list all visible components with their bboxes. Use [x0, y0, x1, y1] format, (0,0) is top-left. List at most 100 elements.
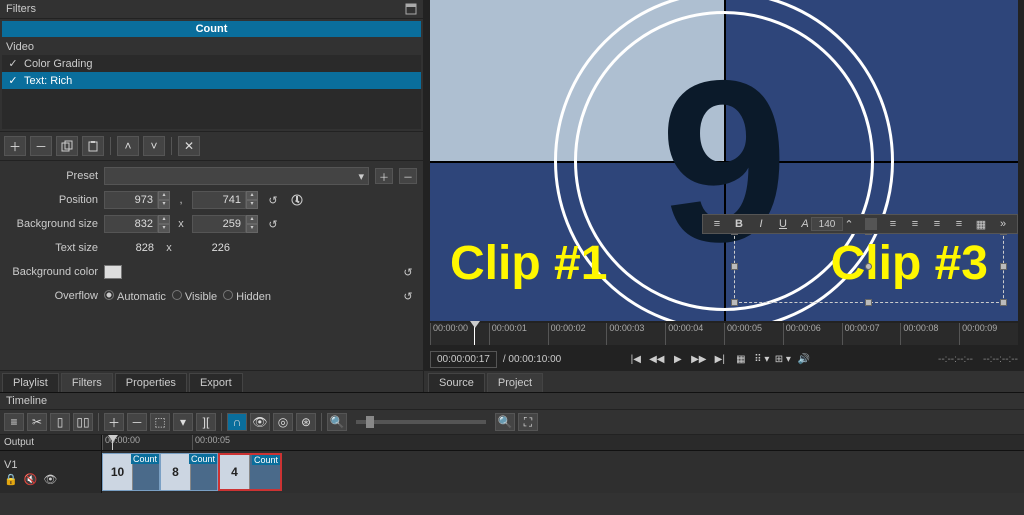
tab-export[interactable]: Export	[189, 373, 243, 392]
lock-icon[interactable]: 🔒	[4, 473, 18, 486]
handle-icon[interactable]	[1000, 299, 1007, 306]
spin-down-icon[interactable]: ▾	[158, 224, 170, 233]
tl-zoomfit-button[interactable]: ⛶	[518, 413, 538, 431]
move-up-button[interactable]: ˄	[117, 136, 139, 156]
playhead-icon[interactable]	[474, 323, 475, 345]
loop-button[interactable]: ▦	[732, 351, 750, 367]
tl-playhead-icon[interactable]	[112, 435, 113, 450]
bgsize-h-input[interactable]	[192, 215, 246, 233]
remove-filter-button[interactable]: －	[30, 136, 52, 156]
bgsize-w-input[interactable]	[104, 215, 158, 233]
overflow-radio-hidden[interactable]: Hidden	[223, 290, 271, 303]
tl-zoomout-button[interactable]: 🔍	[327, 413, 347, 431]
reset-overflow-icon[interactable]: ↺	[399, 287, 417, 305]
tl-rippleall-button[interactable]: ⊛	[296, 413, 316, 431]
spin-down-icon[interactable]: ▾	[158, 200, 170, 209]
handle-center-icon[interactable]	[865, 263, 872, 270]
forward-button[interactable]: ▶▶	[690, 351, 708, 367]
preset-add-button[interactable]: ＋	[375, 168, 393, 184]
spin-up-icon[interactable]: ▴	[158, 215, 170, 224]
spin-down-icon[interactable]: ▾	[246, 200, 258, 209]
filter-row[interactable]: ✓ Text: Rich	[2, 72, 421, 89]
align-right-button[interactable]: ≡	[927, 216, 947, 232]
filter-check-icon[interactable]: ✓	[8, 57, 18, 70]
current-timecode[interactable]: 00:00:00:17	[430, 351, 497, 368]
timeline-clip[interactable]: 8 Count	[160, 453, 218, 491]
spin-up-icon[interactable]: ▴	[158, 191, 170, 200]
tab-properties[interactable]: Properties	[115, 373, 187, 392]
font-size-input[interactable]	[817, 216, 837, 232]
handle-icon[interactable]	[731, 299, 738, 306]
filter-row[interactable]: ✓ Color Grading	[2, 55, 421, 72]
zoom-button[interactable]: ⠿ ▾	[753, 351, 771, 367]
paste-filter-button[interactable]	[82, 136, 104, 156]
zoom-slider[interactable]	[356, 420, 486, 424]
preview-ruler[interactable]: 00:00:00 00:00:01 00:00:02 00:00:03 00:0…	[430, 323, 1018, 345]
bgcolor-swatch[interactable]	[104, 265, 122, 279]
reset-bgsize-icon[interactable]: ↺	[264, 215, 282, 233]
panel-close-icon[interactable]	[405, 3, 417, 15]
align-justify-button[interactable]: ≡	[949, 216, 969, 232]
italic-button[interactable]: I	[751, 216, 771, 232]
position-x-input[interactable]	[104, 191, 158, 209]
filter-check-icon[interactable]: ✓	[8, 74, 18, 87]
zoom-knob[interactable]	[366, 416, 374, 428]
preset-dropdown[interactable]: ▾	[104, 167, 369, 185]
reset-position-icon[interactable]: ↺	[264, 191, 282, 209]
insert-button[interactable]: ▦	[971, 216, 991, 232]
tl-paste-button[interactable]: ▯▯	[73, 413, 93, 431]
textsize-w-input[interactable]	[104, 239, 158, 257]
preset-remove-button[interactable]: －	[399, 168, 417, 184]
tl-remove-button[interactable]: －	[127, 413, 147, 431]
keyframe-icon[interactable]	[288, 191, 306, 209]
skip-start-button[interactable]: |◀	[627, 351, 645, 367]
spin-up-icon[interactable]: ▴	[246, 191, 258, 200]
align-center-button[interactable]: ≡	[905, 216, 925, 232]
tab-source[interactable]: Source	[428, 373, 485, 392]
handle-icon[interactable]	[731, 263, 738, 270]
textsize-h-input[interactable]	[180, 239, 234, 257]
tl-overwrite-button[interactable]: ▾	[173, 413, 193, 431]
tl-ripple-button[interactable]: ◎	[273, 413, 293, 431]
reset-bgcolor-icon[interactable]: ↺	[399, 263, 417, 281]
tl-zoomin-button[interactable]: 🔍	[495, 413, 515, 431]
bold-button[interactable]: B	[729, 216, 749, 232]
mute-icon[interactable]: 🔇	[24, 473, 38, 486]
color-button[interactable]	[861, 216, 881, 232]
spin-down-icon[interactable]: ▾	[246, 224, 258, 233]
move-down-button[interactable]: ˅	[143, 136, 165, 156]
overflow-radio-visible[interactable]: Visible	[172, 290, 217, 303]
tl-split-button[interactable]: ][	[196, 413, 216, 431]
tl-scrub-button[interactable]: 👁	[250, 413, 270, 431]
font-size-spin[interactable]: ⌃	[839, 216, 859, 232]
handle-icon[interactable]	[1000, 263, 1007, 270]
menu-icon[interactable]: ≡	[707, 216, 727, 232]
align-left-button[interactable]: ≡	[883, 216, 903, 232]
grid-button[interactable]: ⊞ ▾	[774, 351, 792, 367]
timeline-clip[interactable]: 4 Count	[218, 453, 282, 491]
timeline-ruler[interactable]: 00:00:00 00:00:05	[102, 435, 1024, 451]
preview-viewport[interactable]: 9 Clip #1 Clip #3	[430, 0, 1018, 321]
tl-snap-button[interactable]: ∩	[227, 413, 247, 431]
timeline-clip[interactable]: 10 Count	[102, 453, 160, 491]
tl-append-button[interactable]: ＋	[104, 413, 124, 431]
tab-playlist[interactable]: Playlist	[2, 373, 59, 392]
tab-project[interactable]: Project	[487, 373, 543, 392]
underline-button[interactable]: U	[773, 216, 793, 232]
play-button[interactable]: ▶	[669, 351, 687, 367]
track-label[interactable]: V1	[4, 459, 17, 471]
text-selection-box[interactable]	[734, 231, 1004, 303]
handle-icon[interactable]	[865, 299, 872, 306]
overflow-radio-automatic[interactable]: Automatic	[104, 290, 166, 303]
tl-cut-button[interactable]: ✂	[27, 413, 47, 431]
copy-filter-button[interactable]	[56, 136, 78, 156]
volume-button[interactable]: 🔊	[795, 351, 813, 367]
track-row[interactable]: 10 Count 8 Count 4 Count	[102, 451, 1024, 493]
tl-copy-button[interactable]: ▯	[50, 413, 70, 431]
tl-menu-button[interactable]: ≡	[4, 413, 24, 431]
spin-up-icon[interactable]: ▴	[246, 215, 258, 224]
hide-icon[interactable]: 👁	[43, 473, 57, 486]
skip-end-button[interactable]: ▶|	[711, 351, 729, 367]
add-filter-button[interactable]: ＋	[4, 136, 26, 156]
tab-filters[interactable]: Filters	[61, 373, 113, 392]
